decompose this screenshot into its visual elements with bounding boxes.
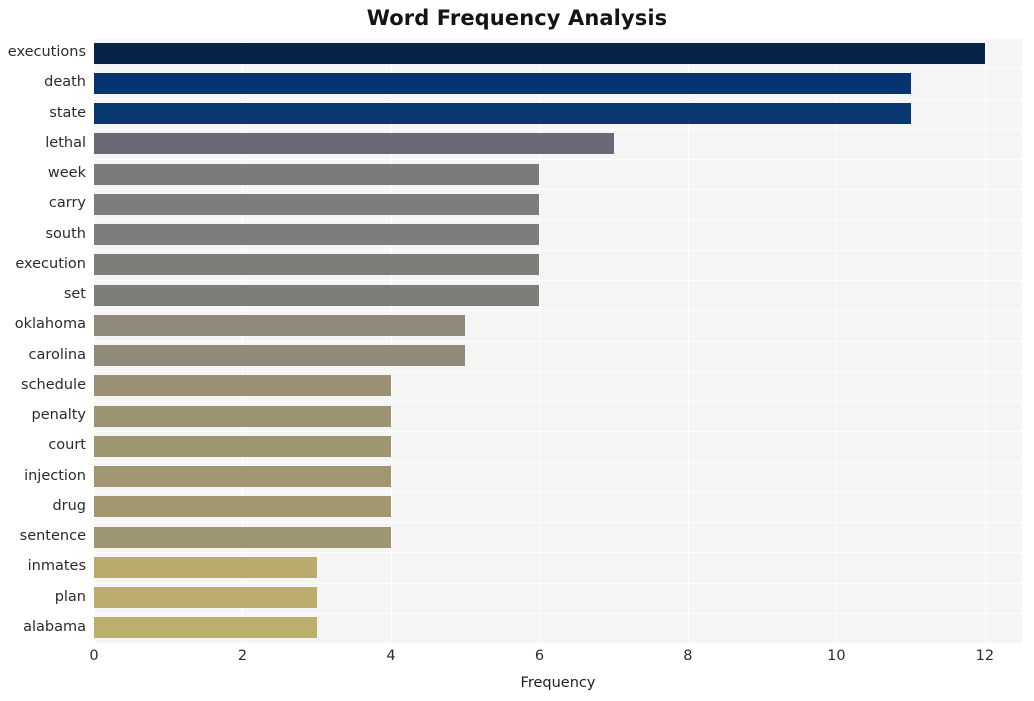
y-tick-label: south — [45, 225, 87, 242]
x-tick-label: 8 — [683, 648, 693, 664]
y-tick-label: oklahoma — [14, 316, 86, 333]
y-tick-label: court — [48, 437, 86, 454]
y-tick-label: lethal — [45, 134, 86, 151]
x-axis-title: Frequency — [520, 675, 596, 691]
x-tick-label: 6 — [534, 648, 545, 664]
y-tick-label: penalty — [31, 407, 87, 424]
y-tick-label: carolina — [28, 346, 86, 363]
y-tick-label: set — [63, 286, 86, 303]
y-tick-label: carry — [48, 195, 86, 212]
y-tick-label: alabama — [23, 618, 86, 635]
y-tick-label: sentence — [19, 528, 86, 545]
x-tick-label: 4 — [386, 648, 396, 664]
x-tick-label: 0 — [89, 648, 99, 664]
y-tick-label: week — [47, 165, 86, 182]
y-tick-label: death — [44, 74, 86, 91]
x-tick-label: 10 — [827, 648, 846, 664]
x-axis-tick-labels: 0 2 4 6 8 10 12 — [0, 648, 1034, 672]
chart-figure: Word Frequency Analysis executions death s… — [0, 0, 1034, 701]
y-tick-label: injection — [24, 467, 86, 484]
y-tick-label: state — [49, 104, 86, 121]
x-tick-label: 12 — [975, 648, 995, 664]
y-tick-label: execution — [15, 255, 86, 272]
y-axis-tick-labels: executions death state lethal week carry south… — [0, 38, 1034, 643]
y-tick-label: plan — [54, 588, 86, 605]
y-tick-label: schedule — [21, 376, 86, 393]
chart-title: Word Frequency Analysis — [366, 6, 668, 30]
y-tick-label: drug — [52, 497, 86, 514]
x-tick-label: 2 — [237, 648, 248, 664]
y-tick-label: inmates — [27, 558, 86, 575]
gridline-horizontal — [94, 643, 1022, 644]
y-tick-label: executions — [7, 44, 86, 61]
